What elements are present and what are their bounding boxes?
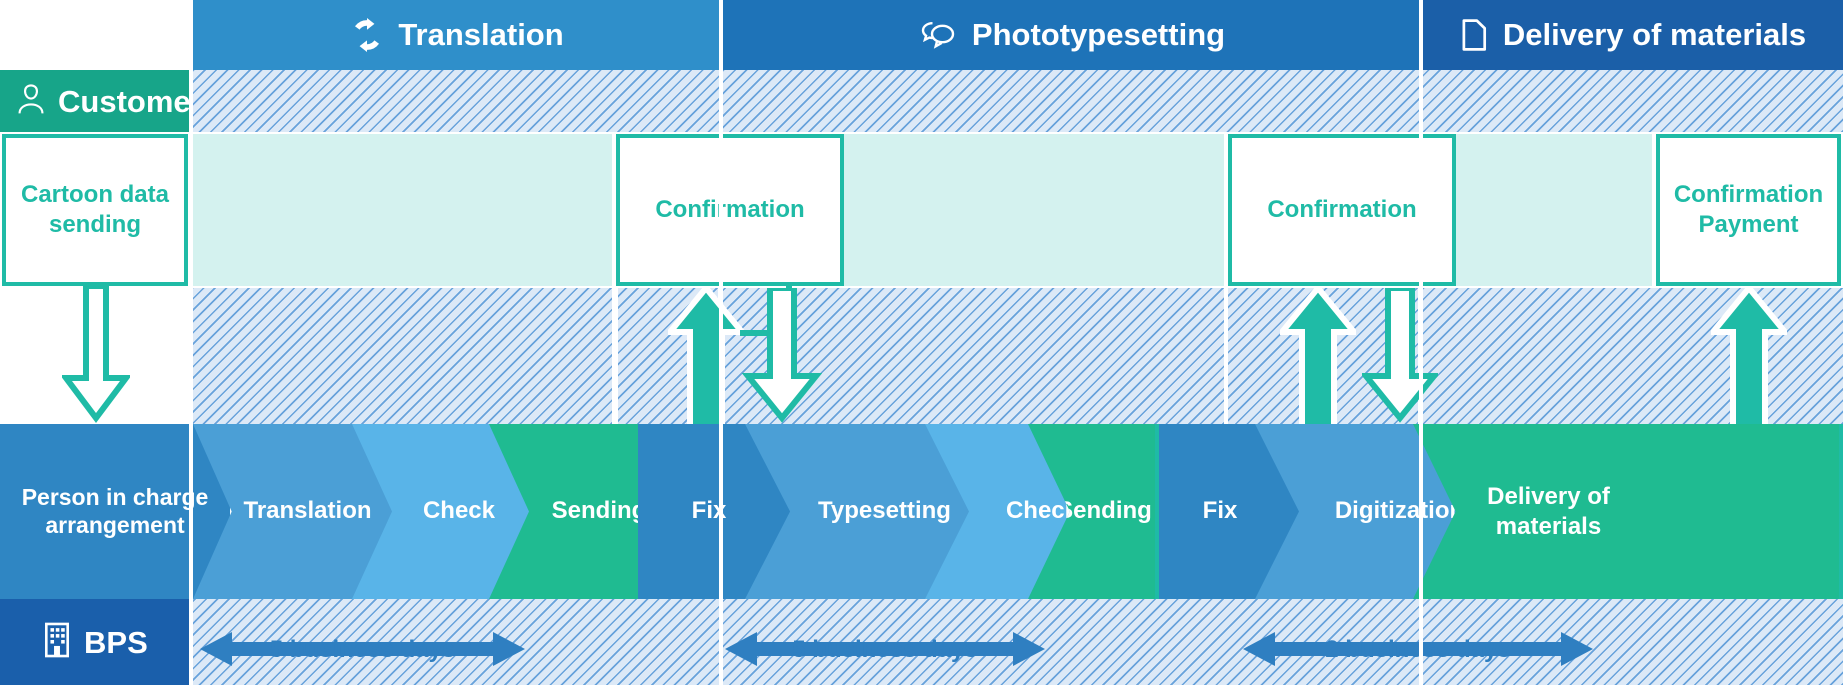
line-1: Confirmation (1673, 181, 1824, 208)
phase-separator-2 (1419, 0, 1423, 685)
process-step-label: Fix (1202, 497, 1238, 525)
line-2: sending (48, 211, 141, 238)
customer-person-icon (16, 82, 46, 121)
customer-box-label: Confirmation Payment (1674, 180, 1823, 240)
duration-label-phototypesetting: 5 business days (792, 636, 978, 663)
phase-header-delivery-of-materials[interactable]: Delivery of materials (1422, 0, 1843, 70)
chat-bubbles-icon (918, 19, 958, 51)
customer-band-top-delivery (1422, 70, 1843, 132)
process-step-label: Digitization (1334, 497, 1465, 525)
phase-header-phototypesetting[interactable]: Phototypesetting (722, 0, 1421, 70)
customer-mid-panel-delivery (1422, 134, 1652, 286)
duration-label-translation: 5 business days (269, 636, 456, 663)
customer-box-label: Cartoon data sending (21, 180, 169, 240)
line-1: Cartoon data (20, 181, 169, 208)
process-step-label: Typesetting (818, 497, 951, 525)
customer-box-confirmation-1[interactable]: Confirmation (616, 134, 844, 286)
process-step-label: Translation (243, 497, 372, 525)
down-arrow-outline-confirmation-1 (742, 288, 822, 423)
workflow-diagram: Translation Phototypesetting Delivery of… (0, 0, 1843, 685)
lane-separator-left (189, 0, 193, 685)
customer-mid-panel-translation (193, 134, 612, 286)
refresh-cycle-icon (350, 18, 384, 52)
document-page-icon (1459, 17, 1489, 53)
lane-label-bps[interactable]: BPS (0, 599, 191, 685)
up-arrow-solid-to-confirmation-1 (668, 288, 744, 428)
customer-box-label: Confirmation (655, 196, 805, 223)
duration-label-delivery: 2 business days (1325, 636, 1511, 663)
process-step-label: Check (422, 497, 496, 525)
lane-label-text: BPS (84, 624, 148, 660)
process-step-row: Person in charge arrangement Translation… (0, 424, 1843, 599)
process-step-label: Sending (551, 497, 647, 525)
process-step-label: Person in charge arrangement (21, 483, 209, 538)
building-office-icon (42, 621, 72, 664)
phase-separator-1 (719, 0, 723, 685)
process-step-label: Fix (691, 497, 727, 525)
up-arrow-solid-to-confirmation-payment (1711, 288, 1787, 428)
lane-label-customer[interactable]: Customer (0, 70, 203, 132)
phase-header-label: Phototypesetting (971, 17, 1226, 52)
customer-box-label: Confirmation (1267, 196, 1417, 223)
down-arrow-outline-confirmation-2 (1362, 288, 1438, 423)
up-arrow-solid-to-confirmation-2 (1280, 288, 1356, 428)
line-2: Payment (1698, 211, 1799, 238)
customer-box-cartoon-data-sending[interactable]: Cartoon data sending (2, 134, 188, 286)
customer-band-top-translation (193, 70, 721, 132)
phase-header-label: Delivery of materials (1502, 17, 1807, 52)
phase-header-translation[interactable]: Translation (193, 0, 721, 70)
phase-header-label: Translation (398, 17, 564, 52)
process-step-person-in-charge-arrangement[interactable]: Person in charge arrangement (0, 424, 230, 599)
down-arrow-outline-cartoon (62, 286, 130, 423)
customer-band-bottom-translation (193, 288, 612, 424)
process-step-label: Delivery of materials (1487, 482, 1610, 540)
lane-label-text: Customer (58, 83, 203, 119)
customer-band-top-phototypesetting (722, 70, 1421, 132)
process-step-delivery-of-materials[interactable]: Delivery of materials (1413, 424, 1839, 599)
customer-box-confirmation-payment[interactable]: Confirmation Payment (1656, 134, 1841, 286)
